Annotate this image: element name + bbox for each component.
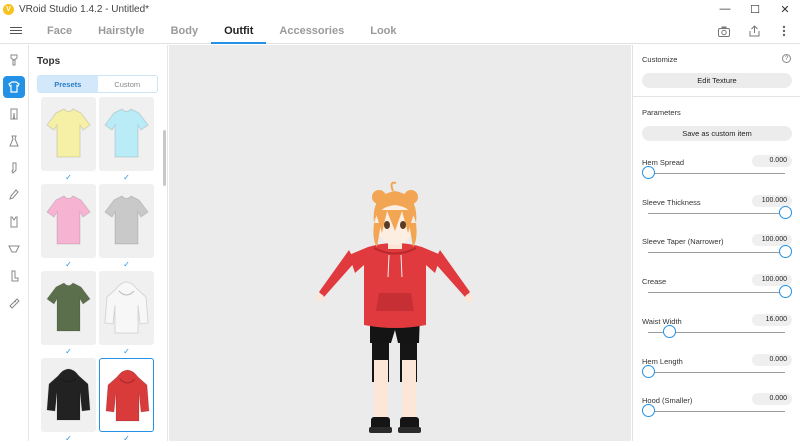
panel-title: Tops [37, 56, 61, 67]
tab-presets[interactable]: Presets [38, 76, 98, 92]
check-icon: ✓ [123, 347, 130, 356]
close-button[interactable]: ✕ [770, 0, 800, 18]
edit-texture-button[interactable]: Edit Texture [642, 73, 792, 88]
divider [633, 96, 800, 97]
param-label: Waist Width [642, 316, 682, 326]
slider-handle[interactable] [641, 166, 655, 179]
check-icon: ✓ [65, 173, 72, 182]
avatar-model [316, 181, 473, 433]
preset-gray-tshirt[interactable] [99, 184, 154, 258]
slider-track[interactable] [648, 212, 785, 214]
param-sleeve-taper-narrower: Sleeve Taper (Narrower) 100.000 [633, 234, 800, 277]
boots-icon[interactable] [3, 265, 25, 287]
preset-red-hoodie[interactable] [99, 358, 154, 432]
bottoms-icon[interactable] [3, 103, 25, 125]
param-label: Sleeve Thickness [642, 197, 701, 207]
3d-viewport[interactable] [169, 45, 631, 441]
slider-track[interactable] [648, 411, 785, 413]
customize-label: Customize [642, 55, 678, 64]
tab-look[interactable]: Look [357, 18, 409, 43]
shoes-icon[interactable] [3, 184, 25, 206]
preset-green-tshirt[interactable] [41, 271, 96, 345]
socks-icon[interactable] [3, 157, 25, 179]
slider-track[interactable] [648, 371, 785, 373]
title-bar: V VRoid Studio 1.4.2 - Untitled* — ☐ ✕ [0, 0, 800, 18]
tops-panel: Tops Presets Custom ✓ ✓ ✓ ✓ ✓ ✓ ✓ ✓ [29, 45, 168, 443]
param-hood-smaller: Hood (Smaller) 0.000 [633, 393, 800, 436]
undershirt-icon[interactable] [3, 211, 25, 233]
category-rail [0, 45, 29, 441]
camera-icon[interactable] [718, 25, 730, 37]
underwear-icon[interactable] [3, 238, 25, 260]
check-icon: ✓ [123, 260, 130, 269]
slider-track[interactable] [648, 252, 785, 254]
customize-panel: Customize ? Edit Texture Parameters Save… [632, 45, 800, 441]
tops-icon[interactable] [3, 76, 25, 98]
check-icon: ✓ [65, 434, 72, 443]
slider-handle[interactable] [778, 285, 792, 299]
tab-body[interactable]: Body [158, 18, 212, 43]
param-label: Crease [642, 277, 667, 287]
param-value-input[interactable]: 16.000 [752, 313, 792, 326]
param-value-input[interactable]: 100.000 [752, 194, 792, 207]
menu-icon[interactable] [0, 18, 32, 43]
preset-pink-tshirt[interactable] [41, 184, 96, 258]
window-title: VRoid Studio 1.4.2 - Untitled* [19, 3, 150, 15]
share-icon[interactable] [748, 25, 760, 37]
tab-custom[interactable]: Custom [98, 76, 158, 92]
slider-track[interactable] [648, 292, 785, 294]
onepiece-icon[interactable] [3, 130, 25, 152]
preset-white-hoodie[interactable] [99, 271, 154, 345]
param-label: Sleeve Taper (Narrower) [642, 237, 724, 247]
param-value-input[interactable]: 0.000 [752, 155, 792, 167]
scrollbar[interactable] [163, 130, 166, 186]
tab-outfit[interactable]: Outfit [211, 18, 267, 44]
maximize-button[interactable]: ☐ [740, 0, 770, 18]
slider-handle[interactable] [641, 404, 655, 418]
check-icon: ✓ [65, 347, 72, 356]
check-icon: ✓ [65, 260, 72, 269]
top-navigation: Face Hairstyle Body Outfit Accessories Look [0, 18, 800, 44]
preset-custom-toggle: Presets Custom [37, 75, 158, 93]
slider-handle[interactable] [778, 245, 792, 259]
param-value-input[interactable]: 0.000 [752, 393, 792, 406]
check-icon: ✓ [123, 434, 130, 443]
help-icon[interactable]: ? [782, 54, 791, 63]
slider-track[interactable] [648, 173, 785, 174]
slider-handle[interactable] [641, 364, 655, 378]
tab-accessories[interactable]: Accessories [266, 18, 357, 43]
param-sleeve-thickness: Sleeve Thickness 100.000 [633, 194, 800, 238]
preset-cyan-tshirt[interactable] [99, 97, 154, 171]
parameters-label: Parameters [642, 108, 681, 117]
param-hem-spread: Hem Spread 0.000 [633, 155, 800, 198]
preset-black-hoodie[interactable] [41, 358, 96, 432]
minimize-button[interactable]: — [710, 0, 740, 18]
slider-handle[interactable] [663, 324, 677, 338]
tab-face[interactable]: Face [34, 18, 85, 43]
param-waist-width: Waist Width 16.000 [633, 313, 800, 357]
slider-handle[interactable] [778, 205, 792, 219]
param-hem-length: Hem Length 0.000 [633, 353, 800, 397]
accessory-icon[interactable] [3, 292, 25, 314]
param-value-input[interactable]: 0.000 [752, 353, 792, 366]
check-icon: ✓ [123, 173, 130, 182]
save-custom-item-button[interactable]: Save as custom item [642, 126, 792, 141]
more-icon[interactable] [778, 25, 790, 37]
app-logo-icon: V [3, 3, 14, 15]
param-crease: Crease 100.000 [633, 274, 800, 317]
tab-hairstyle[interactable]: Hairstyle [85, 18, 157, 43]
hair-icon[interactable] [3, 49, 25, 71]
preset-yellow-tshirt[interactable] [41, 97, 96, 171]
